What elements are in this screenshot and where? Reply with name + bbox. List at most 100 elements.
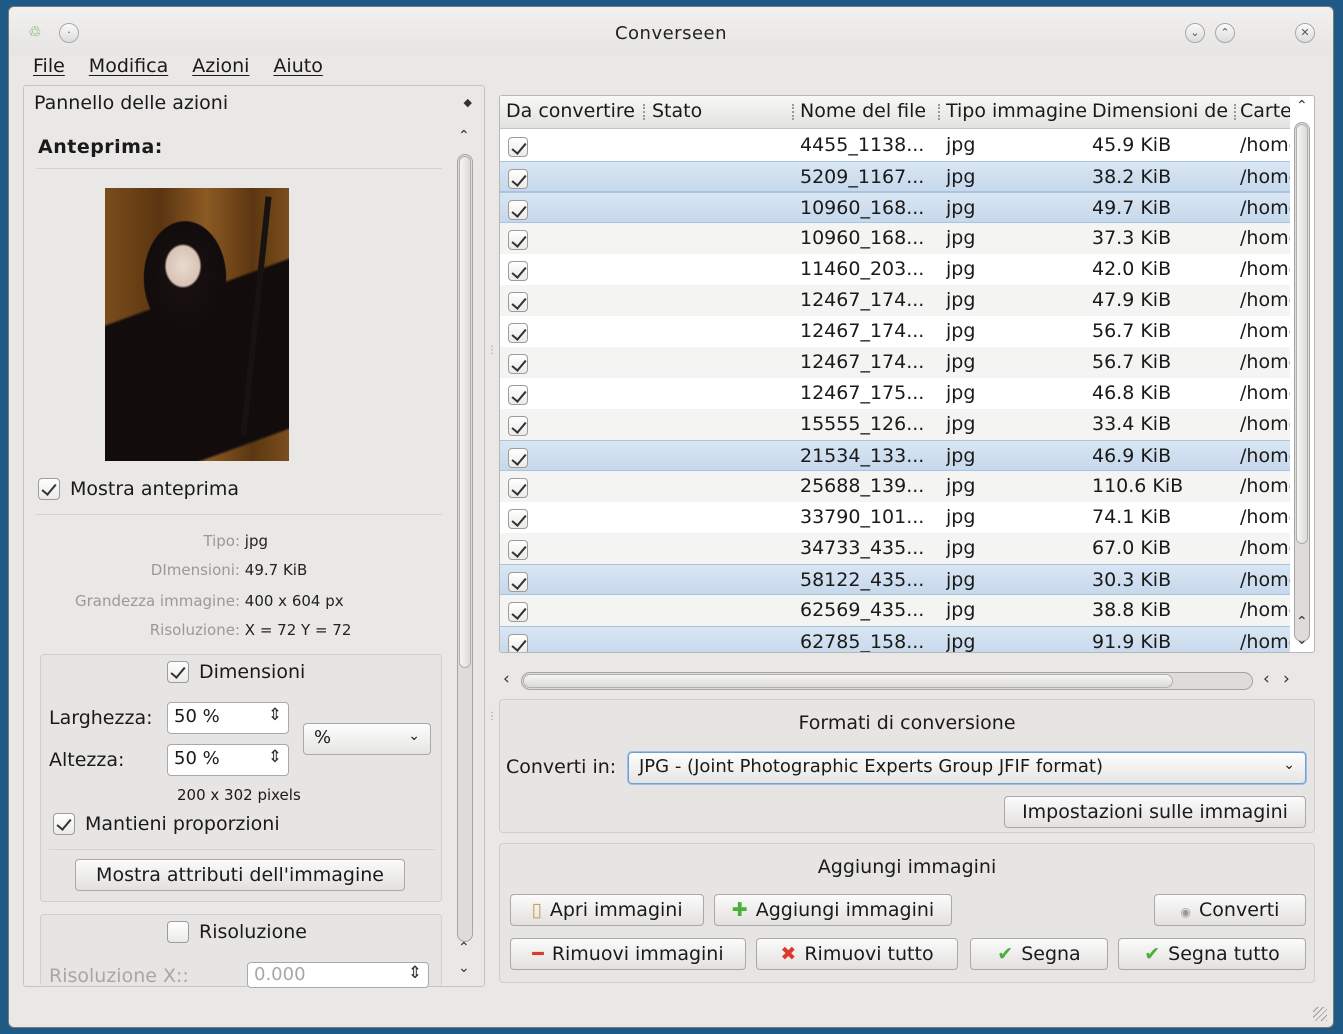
resolution-toggle[interactable]: Risoluzione xyxy=(167,921,307,943)
checkbox-checked-icon[interactable] xyxy=(508,353,528,374)
checkbox-checked-icon[interactable] xyxy=(508,136,528,157)
checkbox-checked-icon[interactable] xyxy=(53,813,75,835)
panel-float-icon[interactable]: ◆ xyxy=(464,96,472,109)
spin-updown-icon[interactable]: ⇕ xyxy=(268,747,282,767)
checkbox-checked-icon[interactable] xyxy=(508,447,528,468)
table-horizontal-scrollbar[interactable]: ‹ ‹ › xyxy=(499,669,1315,691)
checkbox-checked-icon[interactable] xyxy=(508,477,528,498)
dimensions-toggle[interactable]: Dimensioni xyxy=(167,661,305,683)
menu-modifica[interactable]: Modifica xyxy=(89,55,168,83)
remove-images-button[interactable]: ━ Rimuovi immagini xyxy=(510,938,746,970)
checkbox-checked-icon[interactable] xyxy=(508,384,528,405)
table-vertical-scrollbar[interactable]: ⌃ ⌃ ⌄ xyxy=(1292,98,1312,650)
checkbox-checked-icon[interactable] xyxy=(508,199,528,220)
checkbox-checked-icon[interactable] xyxy=(508,571,528,592)
image-settings-button[interactable]: Impostazioni sulle immagini xyxy=(1004,796,1306,828)
actions-panel-scrollbar[interactable]: ⌃ ⌃ ⌄ xyxy=(456,128,474,978)
checkbox-checked-icon[interactable] xyxy=(508,322,528,343)
table-row[interactable]: 12467_174... jpg 47.9 KiB/home xyxy=(500,285,1290,316)
spin-updown-icon[interactable]: ⇕ xyxy=(408,963,422,983)
row-convert-cell[interactable] xyxy=(508,198,528,220)
scroll-thumb[interactable] xyxy=(523,674,1173,688)
close-icon[interactable]: ✕ xyxy=(1295,23,1315,43)
table-row[interactable]: 62569_435... jpg 38.8 KiB/home xyxy=(500,595,1290,626)
table-row[interactable]: 10960_168... jpg 49.7 KiB/home xyxy=(500,192,1290,223)
column-header[interactable]: Dimensioni de xyxy=(1092,100,1234,122)
table-row[interactable]: 11460_203... jpg 42.0 KiB/home xyxy=(500,254,1290,285)
table-row[interactable]: 10960_168... jpg 37.3 KiB/home xyxy=(500,223,1290,254)
row-convert-cell[interactable] xyxy=(508,600,528,622)
show-preview-checkbox[interactable]: Mostra anteprima xyxy=(38,478,239,500)
table-row[interactable]: 5209_1167... jpg 38.2 KiB/home xyxy=(500,161,1290,192)
convert-button[interactable]: ◉ Converti xyxy=(1154,894,1306,926)
keep-ratio-checkbox[interactable]: Mantieni proporzioni xyxy=(53,813,280,835)
table-row[interactable]: 4455_1138... jpg 45.9 KiB/home xyxy=(500,130,1290,161)
resize-grip-icon[interactable] xyxy=(1313,1007,1327,1021)
height-spinbox[interactable]: 50 % ⇕ xyxy=(167,744,289,776)
checkbox-checked-icon[interactable] xyxy=(508,291,528,312)
scroll-right-icon[interactable]: › xyxy=(1283,669,1290,689)
checkbox-checked-icon[interactable] xyxy=(508,633,528,652)
add-images-button[interactable]: ✚ Aggiungi immagini xyxy=(714,894,952,926)
row-convert-cell[interactable] xyxy=(508,290,528,312)
spin-updown-icon[interactable]: ⇕ xyxy=(268,705,282,725)
checkbox-checked-icon[interactable] xyxy=(508,539,528,560)
menu-aiuto[interactable]: Aiuto xyxy=(273,55,322,83)
checkbox-checked-icon[interactable] xyxy=(167,661,189,683)
row-convert-cell[interactable] xyxy=(508,570,528,592)
row-convert-cell[interactable] xyxy=(508,538,528,560)
table-row[interactable]: 25688_139... jpg 110.6 KiB/home xyxy=(500,471,1290,502)
checkbox-checked-icon[interactable] xyxy=(508,229,528,250)
row-convert-cell[interactable] xyxy=(508,632,528,652)
minimize-icon[interactable]: ⌄ xyxy=(1185,23,1205,43)
checkbox-checked-icon[interactable] xyxy=(508,168,528,189)
remove-all-button[interactable]: ✖ Rimuovi tutto xyxy=(756,938,958,970)
table-row[interactable]: 15555_126... jpg 33.4 KiB/home xyxy=(500,409,1290,440)
image-list-table[interactable]: Da convertire Stato Nome del file Tipo i… xyxy=(499,95,1315,653)
convert-format-dropdown[interactable]: JPG - (Joint Photographic Experts Group … xyxy=(628,752,1306,784)
checkbox-checked-icon[interactable] xyxy=(38,478,60,500)
scroll-up-icon[interactable]: ⌃ xyxy=(1296,98,1308,114)
scroll-left-icon[interactable]: ‹ xyxy=(1263,669,1270,689)
table-row[interactable]: 12467_175... jpg 46.8 KiB/home xyxy=(500,378,1290,409)
table-row[interactable]: 12467_174... jpg 56.7 KiB/home xyxy=(500,316,1290,347)
column-header[interactable]: Carte xyxy=(1240,100,1290,122)
unit-dropdown[interactable]: % ⌄ xyxy=(303,723,431,755)
table-row[interactable]: 21534_133... jpg 46.9 KiB/home xyxy=(500,440,1290,471)
scroll-track[interactable] xyxy=(457,154,473,942)
scroll-down-icon[interactable]: ⌄ xyxy=(1296,632,1308,648)
scroll-thumb[interactable] xyxy=(1296,124,1308,544)
column-header[interactable]: Stato xyxy=(652,100,782,122)
checkbox-checked-icon[interactable] xyxy=(508,601,528,622)
row-convert-cell[interactable] xyxy=(508,352,528,374)
scroll-up-icon[interactable]: ⌃ xyxy=(458,128,470,144)
checkbox-unchecked-icon[interactable] xyxy=(167,921,189,943)
table-row[interactable]: 34733_435... jpg 67.0 KiB/home xyxy=(500,533,1290,564)
scroll-up-icon[interactable]: ⌃ xyxy=(458,940,470,956)
splitter-handle[interactable]: ⋮ xyxy=(487,711,497,722)
row-convert-cell[interactable] xyxy=(508,446,528,468)
mark-all-button[interactable]: ✔ Segna tutto xyxy=(1118,938,1306,970)
row-convert-cell[interactable] xyxy=(508,476,528,498)
column-header[interactable]: Tipo immagine xyxy=(946,100,1086,122)
table-row[interactable]: 58122_435... jpg 30.3 KiB/home xyxy=(500,564,1290,595)
checkbox-checked-icon[interactable] xyxy=(508,508,528,529)
table-row[interactable]: 12467_174... jpg 56.7 KiB/home xyxy=(500,347,1290,378)
checkbox-checked-icon[interactable] xyxy=(508,415,528,436)
splitter-handle[interactable]: ⋮ xyxy=(487,345,497,356)
row-convert-cell[interactable] xyxy=(508,321,528,343)
res-x-spinbox[interactable]: 0.000 ⇕ xyxy=(247,962,429,988)
row-convert-cell[interactable] xyxy=(508,167,528,189)
checkbox-checked-icon[interactable] xyxy=(508,260,528,281)
row-convert-cell[interactable] xyxy=(508,383,528,405)
column-header[interactable]: Nome del file xyxy=(800,100,936,122)
mark-button[interactable]: ✔ Segna xyxy=(970,938,1108,970)
show-attributes-button[interactable]: Mostra attributi dell'immagine xyxy=(75,859,405,891)
scroll-up-icon[interactable]: ⌃ xyxy=(1296,614,1308,630)
scroll-thumb[interactable] xyxy=(459,156,471,668)
row-convert-cell[interactable] xyxy=(508,135,528,157)
table-row[interactable]: 62785_158... jpg 91.9 KiB/home xyxy=(500,626,1290,652)
row-convert-cell[interactable] xyxy=(508,414,528,436)
maximize-icon[interactable]: ⌃ xyxy=(1215,23,1235,43)
scroll-down-icon[interactable]: ⌄ xyxy=(458,960,470,976)
